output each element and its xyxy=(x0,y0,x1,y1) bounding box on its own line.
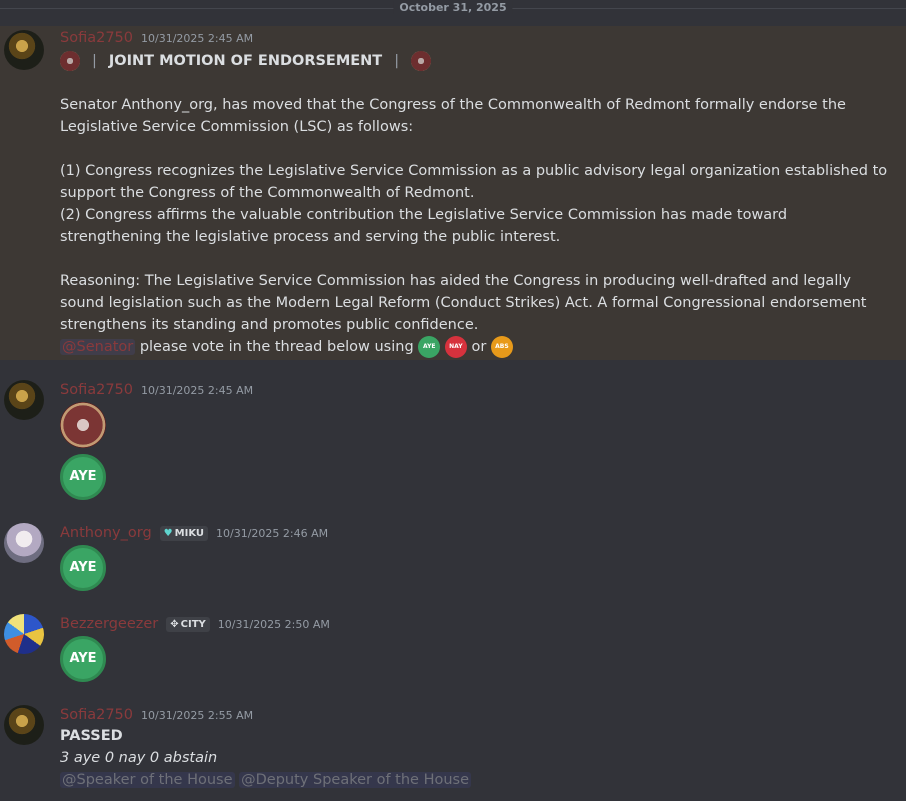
avatar[interactable] xyxy=(4,380,44,420)
or-text: or xyxy=(466,339,491,355)
vote-instruction: @Senator please vote in the thread below… xyxy=(60,336,890,358)
message-bezzergeezer-vote: Bezzergeezer ✥ CITY 10/31/2025 2:50 AM A… xyxy=(0,612,906,686)
avatar[interactable] xyxy=(4,30,44,70)
username[interactable]: Sofia2750 xyxy=(60,382,133,398)
motion-title: JOINT MOTION OF ENDORSEMENT xyxy=(108,53,383,69)
compass-icon: ✥ xyxy=(170,618,179,630)
date-divider: October 31, 2025 xyxy=(0,0,906,16)
message-header: Anthony_org ♥ MIKU 10/31/2025 2:46 AM xyxy=(60,523,328,543)
message-content: PASSED 3 aye 0 nay 0 abstain @Speaker of… xyxy=(60,725,890,791)
message-header: Sofia2750 10/31/2025 2:45 AM xyxy=(60,28,253,48)
vote-text: please vote in the thread below using xyxy=(135,339,419,355)
vote-tally: 3 aye 0 nay 0 abstain xyxy=(60,750,218,766)
date-divider-label: October 31, 2025 xyxy=(393,1,513,14)
username[interactable]: Sofia2750 xyxy=(60,30,133,46)
timestamp[interactable]: 10/31/2025 2:46 AM xyxy=(216,527,328,540)
congress-seal-icon xyxy=(411,51,432,71)
motion-intro: Senator Anthony_org, has moved that the … xyxy=(60,97,846,135)
message-motion: Sofia2750 10/31/2025 2:45 AM | JOINT MOT… xyxy=(0,26,906,360)
avatar[interactable] xyxy=(4,523,44,563)
timestamp[interactable]: 10/31/2025 2:45 AM xyxy=(141,384,253,397)
username[interactable]: Sofia2750 xyxy=(60,707,133,723)
timestamp[interactable]: 10/31/2025 2:50 AM xyxy=(218,618,330,631)
deputy-speaker-mention[interactable]: @Deputy Speaker of the House xyxy=(239,772,472,788)
abstain-emoji-icon: ABS xyxy=(490,336,513,358)
aye-emoji-icon: AYE xyxy=(418,336,441,358)
username[interactable]: Anthony_org xyxy=(60,525,152,541)
title-separator: | xyxy=(92,53,97,69)
heart-icon: ♥ xyxy=(163,527,173,539)
server-tag-label: CITY xyxy=(180,618,206,630)
message-sofia-vote: Sofia2750 10/31/2025 2:45 AM AYE xyxy=(0,378,906,503)
motion-point-2: (2) Congress affirms the valuable contri… xyxy=(60,207,788,245)
motion-point-1: (1) Congress recognizes the Legislative … xyxy=(60,163,888,201)
nay-emoji-icon: NAY xyxy=(444,336,467,358)
congress-seal-emoji xyxy=(60,402,106,448)
motion-title-row: | JOINT MOTION OF ENDORSEMENT | xyxy=(60,50,890,72)
mentions-row: @Speaker of the House @Deputy Speaker of… xyxy=(60,769,890,791)
message-anthony-vote: Anthony_org ♥ MIKU 10/31/2025 2:46 AM AY… xyxy=(0,521,906,595)
aye-emoji-icon: AYE xyxy=(60,636,106,682)
server-tag[interactable]: ♥ MIKU xyxy=(159,525,209,541)
message-content: | JOINT MOTION OF ENDORSEMENT | Senator … xyxy=(60,50,890,358)
result-text: PASSED xyxy=(60,728,123,744)
server-tag-label: MIKU xyxy=(174,527,205,539)
title-separator: | xyxy=(394,53,400,69)
congress-seal-icon xyxy=(60,51,80,71)
motion-reasoning: Reasoning: The Legislative Service Commi… xyxy=(60,273,867,333)
senator-mention[interactable]: @Senator xyxy=(60,339,136,355)
avatar[interactable] xyxy=(4,614,44,654)
username[interactable]: Bezzergeezer xyxy=(60,616,158,632)
avatar[interactable] xyxy=(4,705,44,745)
server-tag[interactable]: ✥ CITY xyxy=(166,616,210,632)
aye-emoji-icon: AYE xyxy=(60,545,106,591)
speaker-mention[interactable]: @Speaker of the House xyxy=(60,772,235,788)
message-header: Bezzergeezer ✥ CITY 10/31/2025 2:50 AM xyxy=(60,614,330,634)
timestamp[interactable]: 10/31/2025 2:45 AM xyxy=(141,32,253,45)
message-header: Sofia2750 10/31/2025 2:45 AM xyxy=(60,380,253,400)
message-result: Sofia2750 10/31/2025 2:55 AM PASSED 3 ay… xyxy=(0,703,906,799)
aye-emoji-icon: AYE xyxy=(60,454,106,500)
timestamp[interactable]: 10/31/2025 2:55 AM xyxy=(141,709,253,722)
message-header: Sofia2750 10/31/2025 2:55 AM xyxy=(60,705,253,725)
